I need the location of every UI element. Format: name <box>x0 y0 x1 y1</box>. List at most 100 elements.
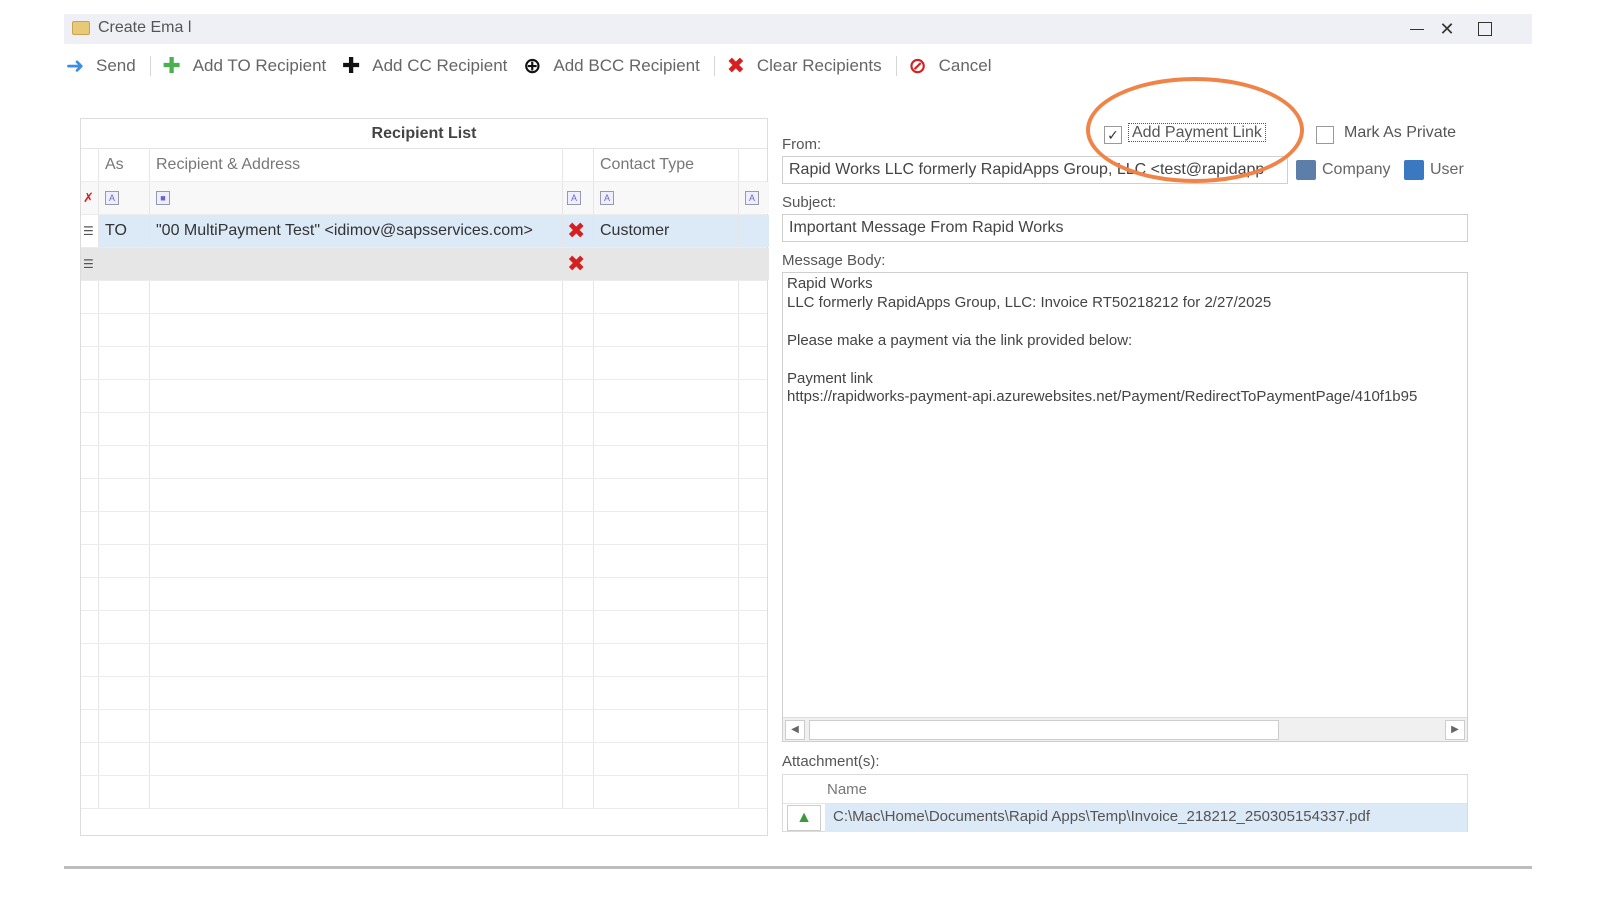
list-item <box>81 710 767 743</box>
red-x-icon: ✖ <box>726 53 746 78</box>
list-item <box>81 545 767 578</box>
add-cc-recipient-button[interactable]: ✚ Add CC Recipient <box>340 53 508 78</box>
minimize-icon <box>1410 28 1424 30</box>
company-label: Company <box>1322 161 1391 178</box>
toolbar: ➜ Send ✚ Add TO Recipient ✚ Add CC Recip… <box>64 52 1532 80</box>
clear-recipients-button[interactable]: ✖ Clear Recipients <box>725 53 882 78</box>
delete-icon: ✖ <box>567 218 586 243</box>
cancel-button[interactable]: ⊘ Cancel <box>907 53 992 78</box>
cancel-icon: ⊘ <box>908 53 927 78</box>
user-button[interactable]: User <box>1404 160 1464 180</box>
attachment-path[interactable]: C:\Mac\Home\Documents\Rapid Apps\Temp\In… <box>833 808 1370 825</box>
message-line: LLC formerly RapidApps Group, LLC: Invoi… <box>787 294 1272 311</box>
attachment-icon[interactable]: ▲ <box>787 805 821 831</box>
toolbar-separator <box>149 56 151 76</box>
send-label: Send <box>96 56 136 75</box>
message-line: https://rapidworks-payment-api.azurewebs… <box>787 388 1418 405</box>
subject-label: Subject: <box>782 194 837 211</box>
recipient-contact-type[interactable]: Customer <box>594 215 739 247</box>
list-item <box>81 380 767 413</box>
send-button[interactable]: ➜ Send <box>64 53 136 78</box>
list-item <box>81 512 767 545</box>
toolbar-separator <box>713 56 715 76</box>
delete-recipient-button[interactable]: ✖ <box>563 215 594 247</box>
message-body-label: Message Body: <box>782 252 886 269</box>
scroll-right-icon[interactable]: ▶ <box>1445 720 1465 740</box>
recipient-filter[interactable]: ■ <box>150 182 563 214</box>
list-item <box>81 677 767 710</box>
list-item <box>81 281 767 314</box>
add-bcc-label: Add BCC Recipient <box>553 56 700 75</box>
list-item <box>81 413 767 446</box>
message-body-textarea[interactable]: Rapid Works LLC formerly RapidApps Group… <box>782 272 1468 742</box>
column-header-extra <box>739 149 769 181</box>
add-cc-label: Add CC Recipient <box>372 56 508 75</box>
plus-circle-icon: ⊕ <box>523 53 542 78</box>
envelope-icon <box>72 21 90 35</box>
delete-icon: ✖ <box>567 251 586 276</box>
column-header-contact-type[interactable]: Contact Type <box>594 149 739 181</box>
clear-label: Clear Recipients <box>756 56 882 75</box>
horizontal-scrollbar[interactable]: ◀ ▶ <box>783 717 1467 741</box>
toolbar-separator <box>895 56 897 76</box>
attachments-grid: Name ▲ C:\Mac\Home\Documents\Rapid Apps\… <box>782 774 1468 832</box>
filter-icon: ■ <box>156 191 170 205</box>
attachment-name-header[interactable]: Name <box>827 781 867 798</box>
title-bar: Create Ema l ✕ <box>64 14 1532 44</box>
column-header-delete <box>563 149 594 181</box>
list-item <box>81 578 767 611</box>
empty-rows <box>81 281 767 809</box>
close-icon: ✕ <box>1439 18 1455 39</box>
grid-header-row: As Recipient & Address Contact Type <box>81 149 767 182</box>
as-filter[interactable]: A <box>99 182 150 214</box>
header-corner <box>81 149 99 181</box>
row-indicator-icon: ☰ <box>81 215 99 247</box>
recipient-list-title: Recipient List <box>81 119 767 149</box>
window-bottom-border <box>64 866 1532 869</box>
contact-type-filter[interactable]: A <box>594 182 739 214</box>
filter-icon: A <box>105 191 119 205</box>
arrow-right-icon: ➜ <box>65 53 85 78</box>
list-item <box>81 347 767 380</box>
scroll-left-icon[interactable]: ◀ <box>785 720 805 740</box>
add-to-label: Add TO Recipient <box>192 56 327 75</box>
filter-icon: A <box>745 191 759 205</box>
add-to-recipient-button[interactable]: ✚ Add TO Recipient <box>161 53 327 78</box>
user-label: User <box>1430 161 1464 178</box>
message-line: Rapid Works <box>787 275 873 292</box>
new-extra <box>739 248 769 280</box>
filter-icon: A <box>567 191 581 205</box>
recipient-grid: Recipient List As Recipient & Address Co… <box>80 118 769 836</box>
clear-filter-icon[interactable]: ✗ <box>81 182 99 214</box>
new-row[interactable]: ☰ ✖ <box>81 248 769 281</box>
filter-row: ✗ A ■ A A A <box>81 182 769 215</box>
add-bcc-recipient-button[interactable]: ⊕ Add BCC Recipient <box>521 53 700 78</box>
list-item <box>81 644 767 677</box>
list-item <box>81 743 767 776</box>
delete-new-row-button[interactable]: ✖ <box>563 248 594 280</box>
recipient-as[interactable]: TO <box>99 215 150 247</box>
new-as[interactable] <box>99 248 150 280</box>
maximize-icon <box>1478 22 1492 36</box>
plus-green-icon: ✚ <box>162 53 181 78</box>
delete-filter[interactable]: A <box>563 182 594 214</box>
list-item <box>81 446 767 479</box>
subject-input[interactable]: Important Message From Rapid Works <box>782 214 1468 242</box>
scroll-thumb[interactable] <box>809 720 1279 740</box>
column-header-recipient[interactable]: Recipient & Address <box>150 149 563 181</box>
plus-black-icon: ✚ <box>342 53 361 78</box>
new-contact-type[interactable] <box>594 248 739 280</box>
column-header-as[interactable]: As <box>99 149 150 181</box>
cancel-label: Cancel <box>938 56 992 75</box>
mark-private-label[interactable]: Mark As Private <box>1344 124 1456 142</box>
user-icon <box>1404 160 1424 180</box>
new-recipient[interactable] <box>150 248 563 280</box>
mark-private-checkbox[interactable] <box>1316 126 1334 144</box>
table-row[interactable]: ☰ TO "00 MultiPayment Test" <idimov@saps… <box>81 215 769 248</box>
company-button[interactable]: Company <box>1296 160 1390 180</box>
from-label: From: <box>782 136 822 153</box>
close-button[interactable]: ✕ <box>1424 14 1470 44</box>
recipient-address[interactable]: "00 MultiPayment Test" <idimov@sapsservi… <box>150 215 563 247</box>
extra-filter[interactable]: A <box>739 182 769 214</box>
company-icon <box>1296 160 1316 180</box>
